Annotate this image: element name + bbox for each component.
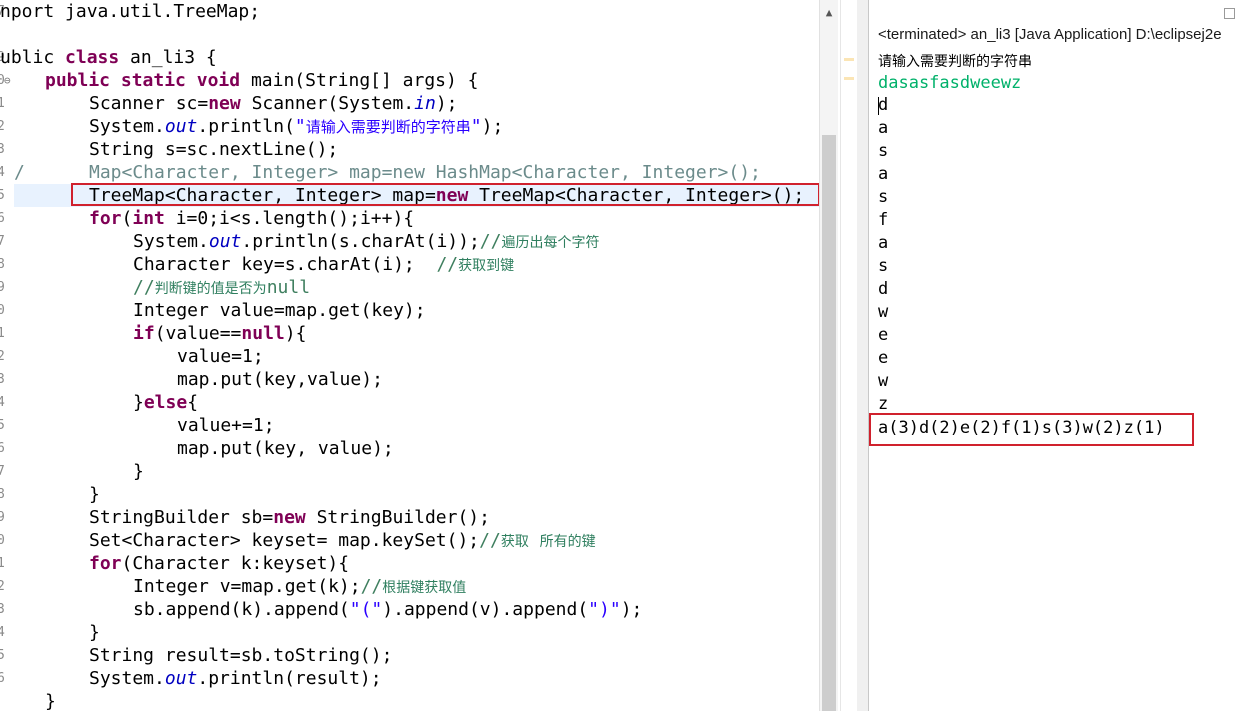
code-line[interactable]: System.out.println(s.charAt(i));//遍历出每个字… <box>133 230 599 253</box>
console-prompt-text: 请输入需要判断的字符串 <box>878 54 1032 70</box>
code-line[interactable]: Integer v=map.get(k);//根据键获取值 <box>133 575 466 598</box>
code-line[interactable]: ublic class an_li3 { <box>0 46 217 69</box>
console-title: <terminated> an_li3 [Java Application] D… <box>878 26 1222 43</box>
code-line[interactable]: } <box>45 690 56 711</box>
line-number: 1 <box>0 96 5 111</box>
console-output-line: a <box>878 118 889 138</box>
code-line[interactable]: String result=sb.toString(); <box>89 644 392 667</box>
line-number: 0 <box>0 303 5 318</box>
console-output-line: e <box>878 348 889 368</box>
code-line[interactable]: map.put(key,value); <box>177 368 383 391</box>
line-number: 1 <box>0 326 5 341</box>
code-line[interactable]: } <box>89 621 100 644</box>
console-toolbar <box>869 0 1249 24</box>
code-line-commented[interactable]: Map<Character, Integer> map=new HashMap<… <box>89 161 761 184</box>
console-output-line: s <box>878 187 889 207</box>
console-output-line: a <box>878 233 889 253</box>
console-output-line: f <box>878 210 889 230</box>
console-view[interactable]: <terminated> an_li3 [Java Application] D… <box>868 0 1249 711</box>
pane-divider[interactable] <box>857 0 868 711</box>
line-number: 6 <box>0 441 5 456</box>
line-number: 5 <box>0 418 5 433</box>
console-output-line: d <box>878 95 889 115</box>
code-line[interactable]: } <box>89 483 100 506</box>
editor-scrollbar-thumb[interactable] <box>822 135 836 711</box>
line-number: 8 <box>0 487 5 502</box>
editor-vertical-scrollbar[interactable]: ▲ <box>819 0 838 711</box>
code-line[interactable]: Integer value=map.get(key); <box>133 299 426 322</box>
comment-marker: / <box>14 162 25 183</box>
code-line-comment[interactable]: //判断键的值是否为null <box>133 276 310 299</box>
code-line[interactable]: map.put(key, value); <box>177 437 394 460</box>
line-number: 9 <box>0 510 5 525</box>
console-output-line: s <box>878 141 889 161</box>
console-user-input: dasasfasdweewz <box>878 73 1022 93</box>
line-number: 3 <box>0 602 5 617</box>
overview-marker[interactable] <box>844 58 854 61</box>
code-line[interactable]: if(value==null){ <box>133 322 306 345</box>
console-output-line: s <box>878 256 889 276</box>
console-output-line: e <box>878 325 889 345</box>
line-number: 0 <box>0 533 5 548</box>
line-number: 5 <box>0 648 5 663</box>
code-line[interactable]: System.out.println(result); <box>89 667 382 690</box>
line-number: 7 <box>0 234 5 249</box>
scroll-up-arrow-icon[interactable]: ▲ <box>820 4 838 22</box>
code-line[interactable]: for(Character k:keyset){ <box>89 552 349 575</box>
code-line[interactable]: for(int i=0;i<s.length();i++){ <box>89 207 414 230</box>
console-output-line: d <box>878 279 889 299</box>
line-number: 4 <box>0 165 5 180</box>
code-line[interactable]: sb.append(k).append("(").append(v).appen… <box>133 598 642 621</box>
line-number: 8 <box>0 257 5 272</box>
console-char-output: d a s a s f a s d w e e w z <box>878 94 888 416</box>
highlight-box-treemap-line <box>71 183 820 206</box>
line-number: 5 <box>0 188 5 203</box>
code-line[interactable]: Scanner sc=new Scanner(System.in); <box>89 92 458 115</box>
code-line[interactable]: Character key=s.charAt(i); //获取到键 <box>133 253 514 276</box>
console-output-line: w <box>878 371 889 391</box>
line-number: 3 <box>0 372 5 387</box>
line-number: 2 <box>0 349 5 364</box>
line-number: 1 <box>0 556 5 571</box>
code-line[interactable]: String s=sc.nextLine(); <box>89 138 338 161</box>
line-number: 9 <box>0 280 5 295</box>
line-number: 3 <box>0 142 5 157</box>
editor-overview-ruler[interactable] <box>840 0 858 711</box>
code-line[interactable]: nport java.util.TreeMap; <box>0 0 260 23</box>
line-number: 2 <box>0 119 5 134</box>
console-output-line: w <box>878 302 889 322</box>
code-line[interactable]: Set<Character> keyset= map.keySet();//获取… <box>89 529 596 552</box>
code-line[interactable]: public static void main(String[] args) { <box>45 69 479 92</box>
line-number-gutter: 7 9 0 1 2 3 4 5 6 7 8 9 0 1 2 3 4 5 6 7 … <box>0 0 14 711</box>
code-line[interactable]: } <box>133 460 144 483</box>
code-line[interactable]: value+=1; <box>177 414 275 437</box>
line-number: 6 <box>0 671 5 686</box>
line-number: 4 <box>0 625 5 640</box>
line-number: 2 <box>0 579 5 594</box>
code-line[interactable]: value=1; <box>177 345 264 368</box>
code-editor[interactable]: 7 9 0 1 2 3 4 5 6 7 8 9 0 1 2 3 4 5 6 7 … <box>0 0 840 711</box>
fold-collapse-icon[interactable]: ⊖ <box>4 69 11 92</box>
code-line[interactable]: }else{ <box>133 391 198 414</box>
line-number: 6 <box>0 211 5 226</box>
highlight-box-result <box>869 413 1194 446</box>
code-line[interactable]: StringBuilder sb=new StringBuilder(); <box>89 506 490 529</box>
code-line[interactable]: System.out.println("请输入需要判断的字符串"); <box>89 115 503 138</box>
line-number: 4 <box>0 395 5 410</box>
minimize-icon[interactable] <box>1224 8 1235 19</box>
line-number: 7 <box>0 464 5 479</box>
overview-marker[interactable] <box>844 77 854 80</box>
console-output-line: a <box>878 164 889 184</box>
